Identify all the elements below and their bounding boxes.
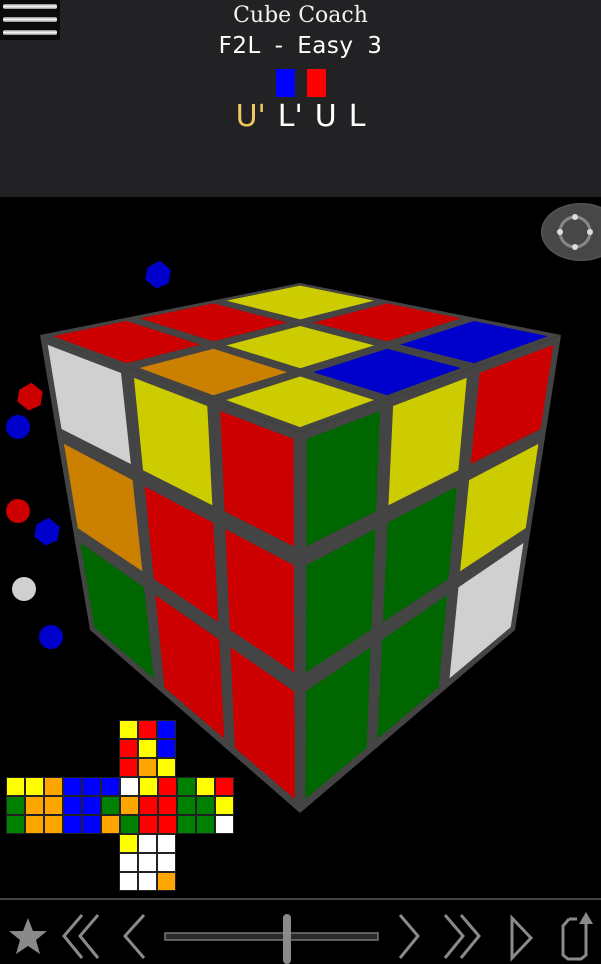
move-3[interactable]: L bbox=[349, 99, 366, 134]
net-down-cell bbox=[119, 853, 138, 872]
net-band-cell bbox=[82, 777, 101, 796]
net-up-cell bbox=[157, 720, 176, 739]
slider-track bbox=[164, 914, 379, 964]
net-up-cell bbox=[138, 720, 157, 739]
pair-swatch-red bbox=[307, 69, 326, 97]
net-band-cell bbox=[101, 796, 120, 815]
net-band-cell bbox=[158, 815, 177, 834]
net-up-cell bbox=[119, 739, 138, 758]
double-chevron-right-icon bbox=[443, 914, 481, 959]
double-chevron-left-icon bbox=[62, 914, 100, 959]
net-up-cell bbox=[157, 739, 176, 758]
star-icon bbox=[9, 918, 47, 954]
progress-slider[interactable] bbox=[162, 900, 380, 964]
net-band-cell bbox=[44, 796, 63, 815]
net-up-cell bbox=[138, 739, 157, 758]
play-button[interactable] bbox=[505, 900, 537, 964]
net-up-cell bbox=[138, 758, 157, 777]
lesson-title: F2L - Easy 3 bbox=[218, 33, 383, 59]
net-down-cell bbox=[138, 834, 157, 853]
net-band-cell bbox=[25, 796, 44, 815]
net-band-cell bbox=[44, 815, 63, 834]
net-down-cell bbox=[157, 853, 176, 872]
net-band-cell bbox=[120, 815, 139, 834]
net-down-cell bbox=[138, 872, 157, 891]
chevron-left-icon bbox=[122, 913, 146, 959]
net-down-cell bbox=[157, 834, 176, 853]
net-band-cell bbox=[120, 777, 139, 796]
hidden-sticker-marker bbox=[12, 577, 36, 601]
hidden-sticker-marker bbox=[145, 260, 171, 289]
net-band-cell bbox=[158, 777, 177, 796]
net-band-cell bbox=[177, 796, 196, 815]
net-band-cell bbox=[25, 777, 44, 796]
net-band-cell bbox=[215, 796, 234, 815]
net-band-cell bbox=[196, 815, 215, 834]
net-band-cell bbox=[177, 815, 196, 834]
net-band-cell bbox=[158, 796, 177, 815]
chevron-right-icon bbox=[398, 914, 420, 959]
hidden-sticker-marker bbox=[39, 625, 63, 649]
net-band-cell bbox=[44, 777, 63, 796]
step-forward-button[interactable] bbox=[394, 900, 424, 964]
move-0[interactable]: U' bbox=[236, 99, 266, 134]
net-band-cell bbox=[63, 796, 82, 815]
net-band-cell bbox=[139, 796, 158, 815]
hidden-sticker-marker bbox=[6, 415, 30, 439]
hidden-sticker-marker bbox=[6, 499, 30, 523]
net-band-cell bbox=[6, 777, 25, 796]
net-band-cell bbox=[215, 777, 234, 796]
net-down-cell bbox=[138, 853, 157, 872]
net-up-cell bbox=[119, 720, 138, 739]
net-band-cell bbox=[196, 777, 215, 796]
net-band-cell bbox=[63, 815, 82, 834]
net-down-cell bbox=[157, 872, 176, 891]
move-1[interactable]: L' bbox=[278, 99, 303, 134]
playback-toolbar bbox=[0, 898, 601, 964]
net-down-cell bbox=[119, 834, 138, 853]
header-bar: Cube Coach F2L - Easy 3 U' L' U L bbox=[0, 0, 601, 197]
move-sequence: U' L' U L bbox=[0, 99, 601, 134]
net-band-cell bbox=[139, 777, 158, 796]
move-2[interactable]: U bbox=[315, 99, 337, 134]
net-band-cell bbox=[82, 796, 101, 815]
app-title: Cube Coach bbox=[233, 3, 368, 28]
net-band-cell bbox=[101, 777, 120, 796]
net-band-cell bbox=[177, 777, 196, 796]
net-band-cell bbox=[82, 815, 101, 834]
reset-button[interactable] bbox=[555, 900, 595, 964]
net-up-cell bbox=[119, 758, 138, 777]
net-band-cell bbox=[25, 815, 44, 834]
skip-to-start-button[interactable] bbox=[58, 900, 108, 964]
net-band-cell bbox=[215, 815, 234, 834]
slider-thumb bbox=[283, 914, 291, 964]
reset-loop-icon bbox=[561, 912, 593, 961]
net-band-cell bbox=[63, 777, 82, 796]
hidden-sticker-marker bbox=[34, 517, 60, 546]
hidden-sticker-marker bbox=[17, 382, 43, 411]
net-band-cell bbox=[6, 815, 25, 834]
net-up-cell bbox=[157, 758, 176, 777]
net-band-cell bbox=[139, 815, 158, 834]
net-down-cell bbox=[119, 872, 138, 891]
play-icon bbox=[510, 914, 534, 962]
net-band-cell bbox=[101, 815, 120, 834]
favorite-button[interactable] bbox=[4, 900, 48, 964]
net-band-cell bbox=[6, 796, 25, 815]
skip-to-end-button[interactable] bbox=[440, 900, 486, 964]
pair-swatch-blue bbox=[276, 69, 295, 97]
net-band-cell bbox=[196, 796, 215, 815]
net-band-cell bbox=[120, 796, 139, 815]
step-back-button[interactable] bbox=[116, 900, 150, 964]
